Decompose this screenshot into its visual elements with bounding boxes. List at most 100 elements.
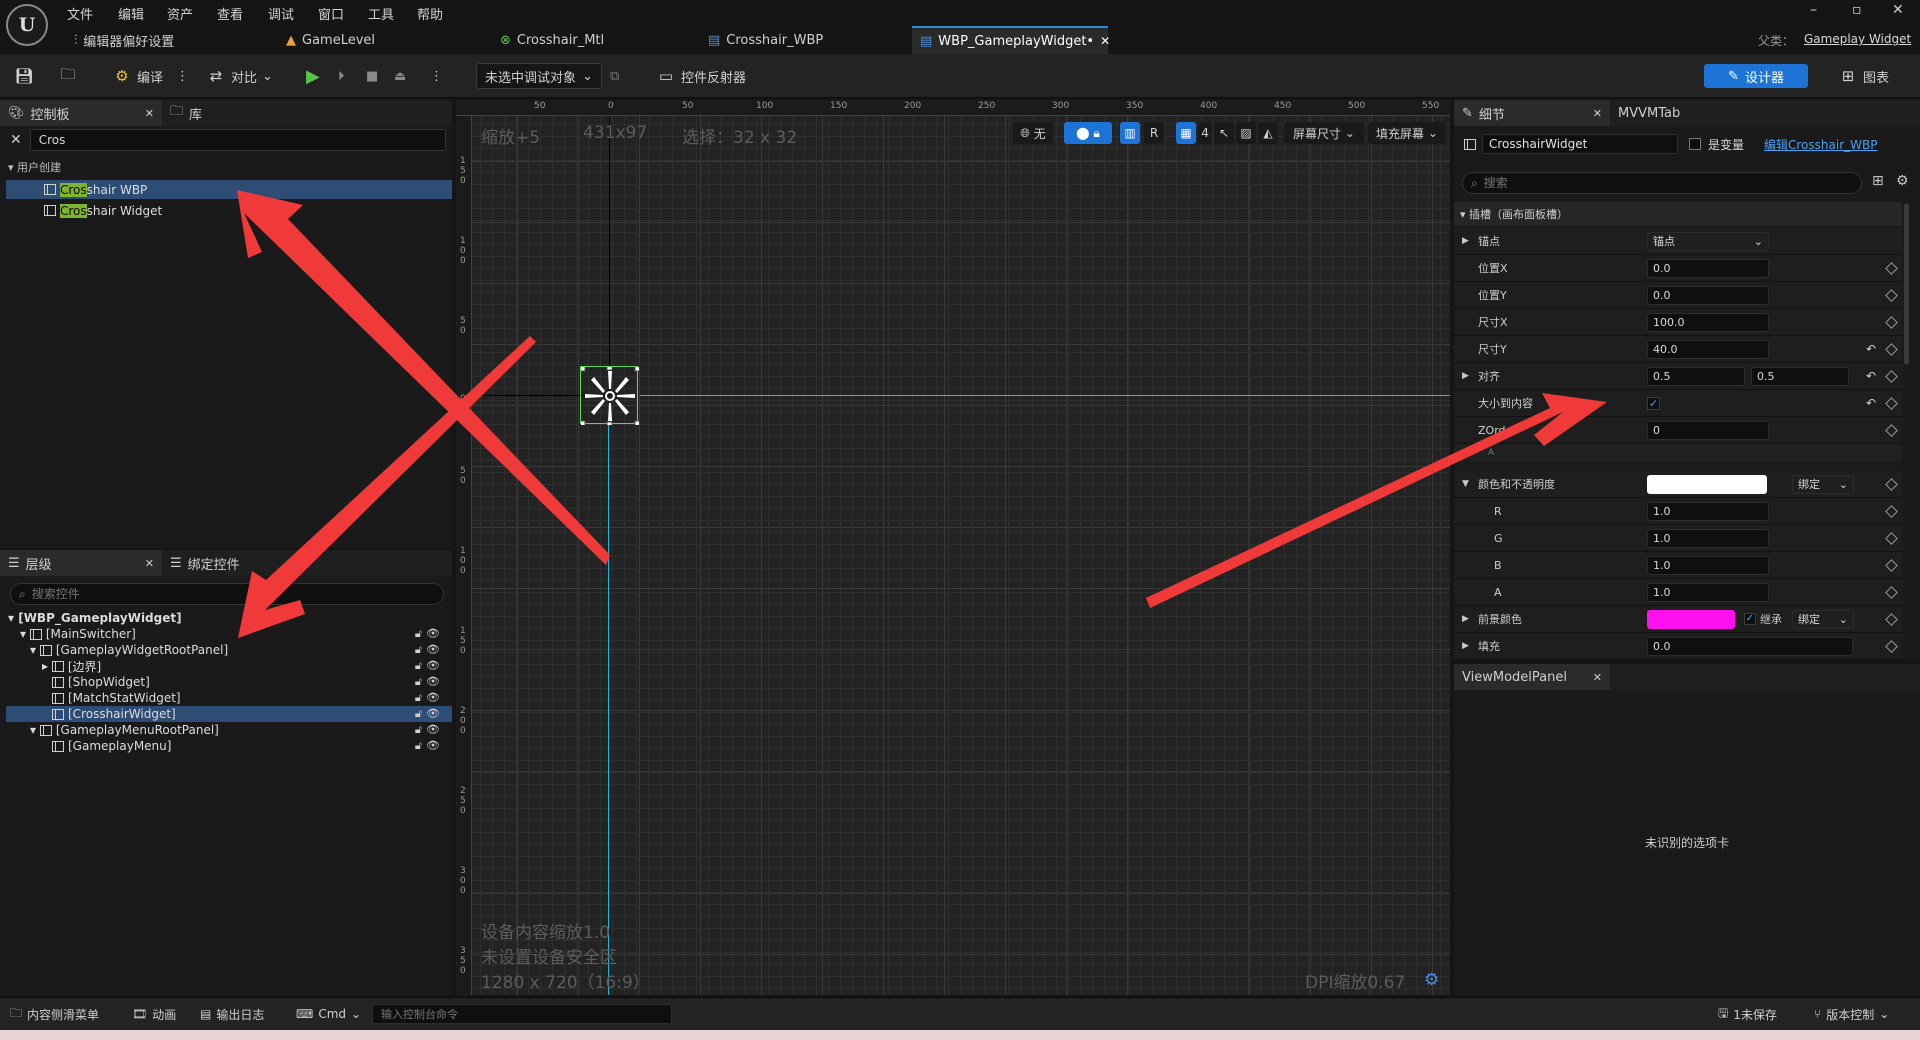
keyframe-diamond-icon[interactable] (1885, 288, 1898, 302)
stop-button[interactable]: ■ (366, 62, 378, 90)
slot-section[interactable]: ▾ 插槽（画布面板槽） (1454, 202, 1902, 226)
collapse-arrow-icon[interactable]: ▶ (1462, 614, 1469, 624)
keyframe-diamond-icon[interactable] (1885, 558, 1898, 572)
minimize-button[interactable]: – (1810, 2, 1817, 18)
parent-class-link[interactable]: Gameplay Widget (1804, 32, 1911, 46)
tab-crosshair-wbp[interactable]: ▤ Crosshair_WBP (700, 26, 831, 54)
tab-palette[interactable]: 🎨︎ 控制板 ✕ (0, 100, 162, 126)
hierarchy-search-box[interactable]: ⌕ (10, 583, 444, 605)
tab-bind-widgets[interactable]: ☰ 绑定控件 (162, 550, 248, 576)
edit-crosshair-wbp-link[interactable]: 编辑Crosshair_WBP (1764, 136, 1877, 153)
hierarchy-row-matchstatwidget[interactable]: [MatchStatWidget] 🔓︎👁︎ (52, 690, 452, 706)
lock-eye-icons[interactable]: 🔓︎👁︎ (415, 659, 444, 673)
keyframe-diamond-icon[interactable] (1885, 612, 1898, 626)
tab-viewmodelpanel[interactable]: ViewModelPanel ✕ (1454, 664, 1610, 690)
size-to-content-checkbox[interactable]: ✓ (1647, 396, 1660, 410)
play-options-icon[interactable]: ⋮ (430, 62, 443, 90)
unreal-logo[interactable]: U (6, 4, 48, 46)
debug-target-dropdown[interactable]: 未选中调试对象 ⌄ (476, 63, 602, 89)
palette-item-crosshair-widget[interactable]: Cros shair Widget (6, 201, 452, 220)
menu-tools[interactable]: 工具 (368, 4, 394, 23)
menu-debug[interactable]: 调试 (268, 4, 294, 23)
keyframe-diamond-icon[interactable] (1885, 423, 1898, 437)
localization-button[interactable]: 🌐︎ 无 (1013, 122, 1053, 144)
details-scrollbar[interactable] (1904, 204, 1909, 364)
source-control-button[interactable]: ⑂ 版本控制 ⌄ (1814, 1005, 1889, 1023)
tab-details[interactable]: ✎ 细节 ✕ (1454, 100, 1610, 126)
reset-arrow-icon[interactable]: ↶ (1866, 369, 1876, 383)
palette-search-input[interactable] (38, 133, 437, 147)
lock-eye-icons[interactable]: 🔓︎👁︎ (415, 723, 444, 737)
menu-file[interactable]: 文件 (67, 4, 93, 23)
table-view-icon[interactable]: ⊞ (1872, 173, 1884, 189)
widget-reflector-button[interactable]: ▭ 控件反射器 (656, 62, 746, 90)
tab-gamelevel[interactable]: ▲ GameLevel (278, 26, 383, 54)
hierarchy-search-input[interactable] (31, 587, 435, 601)
hierarchy-row-root[interactable]: ▾ [WBP_GameplayWidget] (8, 610, 452, 626)
compile-button[interactable]: ⚙ 编译 (112, 62, 163, 90)
bind-dropdown[interactable]: 绑定 ⌄ (1792, 474, 1854, 494)
keyframe-diamond-icon[interactable] (1885, 261, 1898, 275)
menu-help[interactable]: 帮助 (417, 4, 443, 23)
tab-crosshair-mtl[interactable]: ⊗ Crosshair_Mtl (492, 26, 612, 54)
keyframe-diamond-icon[interactable] (1885, 531, 1898, 545)
tab-hierarchy[interactable]: ☰ 层级 ✕ (0, 550, 162, 576)
close-icon[interactable]: ✕ (1593, 107, 1602, 120)
lock-eye-icons[interactable]: 🔓︎👁︎ (415, 707, 444, 721)
designer-button[interactable]: ✎ 设计器 (1704, 64, 1808, 88)
tab-wbp-gameplaywidget[interactable]: ▤ WBP_GameplayWidget• ✕ (912, 26, 1110, 54)
tab-mvvm[interactable]: MVVMTab (1610, 100, 1688, 126)
layout-button[interactable]: ▥ (1120, 122, 1140, 144)
g-input[interactable] (1647, 528, 1769, 548)
menu-window[interactable]: 窗口 (318, 4, 344, 23)
bind-dropdown[interactable]: 绑定 ⌄ (1792, 609, 1854, 629)
keyframe-diamond-icon[interactable] (1885, 369, 1898, 383)
expand-arrow-icon[interactable]: ▼ (1462, 479, 1469, 489)
align-x-input[interactable] (1647, 366, 1745, 386)
hierarchy-row-gameplaymenu[interactable]: [GameplayMenu] 🔓︎👁︎ (52, 738, 452, 754)
is-variable-checkbox[interactable] (1689, 138, 1701, 150)
respect-locks-button[interactable]: R (1144, 122, 1164, 144)
keyframe-diamond-icon[interactable] (1885, 396, 1898, 410)
lock-eye-icons[interactable]: 🔓︎👁︎ (415, 675, 444, 689)
unsaved-button[interactable]: 🖫 1未保存 (1718, 1005, 1777, 1023)
color-swatch[interactable] (1647, 474, 1767, 494)
grid-size-button[interactable]: 4 (1198, 122, 1212, 144)
image-button[interactable]: ▨ (1236, 122, 1256, 144)
menu-edit[interactable]: 编辑 (118, 4, 144, 23)
appearance-section[interactable]: A (1454, 444, 1902, 462)
lock-eye-icons[interactable]: 🔓︎👁︎ (415, 643, 444, 657)
menu-assets[interactable]: 资产 (167, 4, 193, 23)
close-tab-icon[interactable]: ✕ (1100, 34, 1110, 48)
keyframe-diamond-icon[interactable] (1885, 342, 1898, 356)
r-input[interactable] (1647, 501, 1769, 521)
console-command-input[interactable] (372, 1004, 672, 1024)
screen-size-dropdown[interactable]: 屏幕尺寸 ⌄ (1284, 122, 1364, 144)
cmd-dropdown[interactable]: ⌨︎ Cmd ⌄ (296, 1005, 361, 1023)
settings-gear-icon[interactable]: ⚙ (1896, 173, 1909, 189)
debug-browse-button[interactable]: ⧉ (610, 62, 619, 90)
output-log-button[interactable]: ▤ 输出日志 (200, 1005, 264, 1023)
collapse-arrow-icon[interactable]: ▶ (1462, 641, 1469, 651)
palette-item-crosshair-wbp[interactable]: Cros shair WBP (6, 180, 452, 199)
size-x-input[interactable] (1647, 312, 1769, 332)
hierarchy-row-shopwidget[interactable]: [ShopWidget] 🔓︎👁︎ (52, 674, 452, 690)
zorder-input[interactable] (1647, 420, 1769, 440)
foreground-color-swatch[interactable] (1647, 609, 1735, 629)
diff-button[interactable]: ⇄ 对比 ⌄ (206, 62, 273, 90)
pointer-button[interactable]: ↖ (1214, 122, 1234, 144)
step-button[interactable]: ⏵ (338, 62, 345, 90)
palette-search-box[interactable] (29, 129, 446, 151)
b-input[interactable] (1647, 555, 1769, 575)
maximize-button[interactable]: ▫ (1852, 2, 1862, 18)
animation-button[interactable]: 🎞︎ 动画 (132, 1005, 176, 1023)
keyframe-diamond-icon[interactable] (1885, 315, 1898, 329)
crosshair-widget-selection[interactable] (579, 364, 641, 428)
lock-eye-icons[interactable]: 🔓︎👁︎ (415, 739, 444, 753)
fill-screen-dropdown[interactable]: 填充屏幕 ⌄ (1368, 122, 1446, 144)
hierarchy-row-border[interactable]: ▸ [边界] 🔓︎👁︎ (42, 658, 452, 674)
keyframe-diamond-icon[interactable] (1885, 477, 1898, 491)
close-icon[interactable]: ✕ (145, 557, 154, 570)
pos-x-input[interactable] (1647, 258, 1769, 278)
flip-button[interactable]: ◭ (1258, 122, 1278, 144)
